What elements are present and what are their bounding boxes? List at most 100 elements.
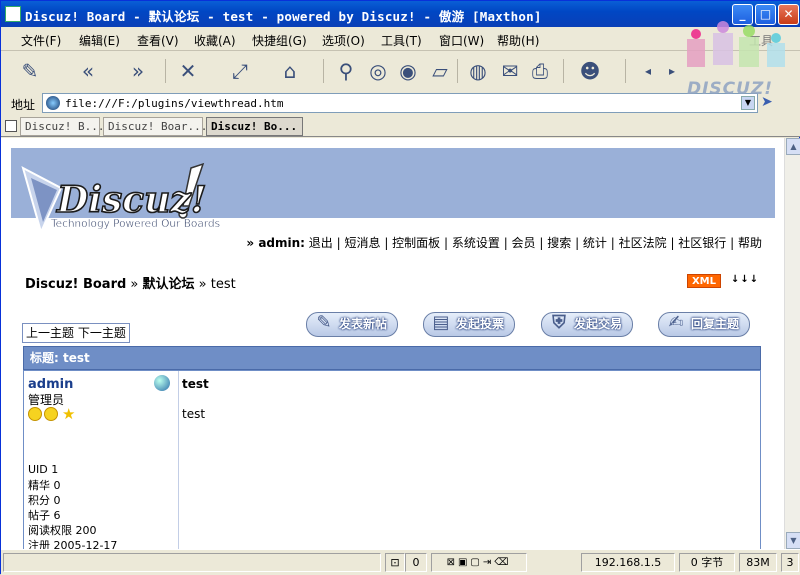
tab-icon — [5, 120, 17, 132]
logo-text: Discuz! — [56, 179, 207, 221]
trade-icon: ⛨ — [552, 312, 566, 333]
new-post-button[interactable]: ✎ 发表新帖 — [306, 312, 399, 337]
xml-badge[interactable]: XML — [687, 274, 721, 288]
menu-tools[interactable]: 工具(T) — [381, 32, 422, 49]
home-icon[interactable]: ⌂ — [275, 57, 305, 85]
watermark-text: DISCUZ! — [687, 79, 774, 99]
rank-smiley-icon — [28, 407, 42, 421]
author-role: 管理员 — [28, 393, 65, 407]
tab-bar: Discuz! B... Discuz! Boar... Discuz! Bo.… — [1, 115, 800, 137]
new-poll-button[interactable]: ▤ 发起投票 — [423, 312, 516, 337]
post-title-bar: 标题: test — [23, 346, 761, 370]
link-stats[interactable]: 统计 — [583, 236, 607, 250]
web-content: Discuz! Technology Powered Our Boards » … — [1, 138, 784, 549]
address-input[interactable]: file:///F:/plugins/viewthread.htm ▼ — [42, 93, 758, 113]
online-status-icon — [154, 375, 170, 391]
qq-icon[interactable]: ☻ — [575, 57, 605, 85]
breadcrumb-forum[interactable]: 默认论坛 — [143, 277, 195, 292]
mail-icon[interactable]: ✉ — [495, 57, 525, 85]
menu-help[interactable]: 帮助(H) — [497, 32, 539, 49]
post-body: test — [182, 407, 206, 421]
new-trade-label: 发起交易 — [574, 317, 623, 331]
down-arrows-icon[interactable]: ↓↓↓ — [731, 274, 759, 285]
logo-tagline: Technology Powered Our Boards — [50, 218, 220, 230]
forward-icon[interactable]: » — [123, 57, 153, 85]
stop-icon[interactable]: ✕ — [173, 57, 203, 85]
discuz-watermark: DISCUZ! — [679, 7, 799, 107]
search-icon[interactable]: ⚲ — [331, 57, 361, 85]
browser-window: Discuz! Board - 默认论坛 - test - powered by… — [0, 0, 800, 575]
menu-favorites[interactable]: 收藏(A) — [194, 32, 236, 49]
link-messages[interactable]: 短消息 — [344, 236, 380, 250]
poll-icon: ▤ — [432, 312, 450, 333]
favorites-icon[interactable]: ◎ — [363, 57, 393, 85]
menu-options[interactable]: 选项(O) — [322, 32, 365, 49]
menu-edit[interactable]: 编辑(E) — [79, 32, 120, 49]
discuz-logo[interactable]: Discuz! Technology Powered Our Boards — [21, 160, 231, 240]
post-title: test — [182, 377, 209, 391]
tab-1[interactable]: Discuz! B... — [20, 117, 104, 136]
link-court[interactable]: 社区法院 — [619, 236, 667, 250]
author-regdate: 注册 2005-12-17 — [28, 539, 118, 549]
new-trade-button[interactable]: ⛨ 发起交易 — [541, 312, 634, 337]
address-label: 地址 — [11, 98, 36, 112]
globe-icon[interactable]: ◍ — [463, 57, 493, 85]
reply-label: 回复主题 — [691, 317, 740, 331]
menu-file[interactable]: 文件(F) — [21, 32, 61, 49]
link-help[interactable]: 帮助 — [738, 236, 762, 250]
window-title: Discuz! Board - 默认论坛 - test - powered by… — [25, 9, 542, 24]
new-post-icon: ✎ — [316, 312, 332, 333]
menu-groups[interactable]: 快捷组(G) — [252, 32, 307, 49]
author-uid: UID 1 — [28, 463, 59, 476]
scroll-down-icon[interactable]: ▼ — [786, 532, 800, 549]
popup-blocker-icon[interactable]: ⊡ — [385, 553, 405, 572]
page-icon[interactable]: ✎ — [15, 57, 45, 85]
author-credits: 积分 0 — [28, 494, 61, 507]
refresh-icon[interactable]: ⤢ — [225, 57, 255, 85]
rank-star-icon: ★ — [62, 405, 76, 423]
app-icon — [5, 6, 21, 22]
status-text — [3, 553, 381, 572]
post: admin 管理员 ★ UID 1 精华 0 积分 0 帖子 6 阅读权限 20… — [23, 370, 761, 549]
link-search[interactable]: 搜索 — [547, 236, 571, 250]
next-thread-link[interactable]: 下一主题 — [78, 326, 126, 340]
status-tab-count: 3 — [781, 553, 799, 572]
post-author-panel: admin 管理员 ★ UID 1 精华 0 积分 0 帖子 6 阅读权限 20… — [24, 371, 179, 549]
author-posts: 帖子 6 — [28, 509, 61, 522]
scroll-up-icon[interactable]: ▲ — [786, 138, 800, 155]
link-system-settings[interactable]: 系统设置 — [452, 236, 500, 250]
vertical-scrollbar[interactable]: ▲ ▼ — [784, 138, 800, 549]
reply-icon: ✍ — [668, 312, 684, 333]
breadcrumb-sep: » — [194, 277, 211, 292]
author-digest: 精华 0 — [28, 479, 61, 492]
status-bytes: 0 字节 — [679, 553, 735, 572]
status-tools-icon[interactable]: ⊠▣▢⇥⌫ — [431, 553, 527, 572]
new-poll-label: 发起投票 — [456, 317, 505, 331]
link-members[interactable]: 会员 — [512, 236, 536, 250]
user-prefix: » admin: — [246, 236, 305, 250]
breadcrumb-thread: test — [210, 277, 236, 292]
breadcrumb-board[interactable]: Discuz! Board — [25, 277, 126, 292]
link-bank[interactable]: 社区银行 — [678, 236, 726, 250]
tab-3[interactable]: Discuz! Bo... — [206, 117, 303, 136]
link-control-panel[interactable]: 控制面板 — [392, 236, 440, 250]
address-url[interactable]: file:///F:/plugins/viewthread.htm — [65, 97, 284, 110]
top-links: » admin: 退出 | 短消息 | 控制面板 | 系统设置 | 会员 | 搜… — [246, 236, 762, 250]
new-post-label: 发表新帖 — [339, 317, 388, 331]
author-name[interactable]: admin — [28, 377, 73, 392]
page-favicon-icon — [46, 96, 60, 110]
link-logout[interactable]: 退出 — [309, 236, 333, 250]
reply-button[interactable]: ✍ 回复主题 — [658, 312, 751, 337]
status-memory: 83M — [739, 553, 777, 572]
popup-count: 0 — [405, 553, 427, 572]
prev-thread-link[interactable]: 上一主题 — [26, 326, 74, 340]
group-icon[interactable]: ▱ — [425, 57, 455, 85]
tab-2[interactable]: Discuz! Boar... — [103, 117, 207, 136]
author-readperm: 阅读权限 200 — [28, 524, 97, 537]
print-icon[interactable]: ⎙ — [525, 57, 555, 85]
menu-view[interactable]: 查看(V) — [137, 32, 179, 49]
menu-window[interactable]: 窗口(W) — [439, 32, 484, 49]
status-bar: ⊡ 0 ⊠▣▢⇥⌫ 192.168.1.5 0 字节 83M 3 — [1, 549, 800, 575]
history-icon[interactable]: ◉ — [393, 57, 423, 85]
back-icon[interactable]: « — [73, 57, 103, 85]
